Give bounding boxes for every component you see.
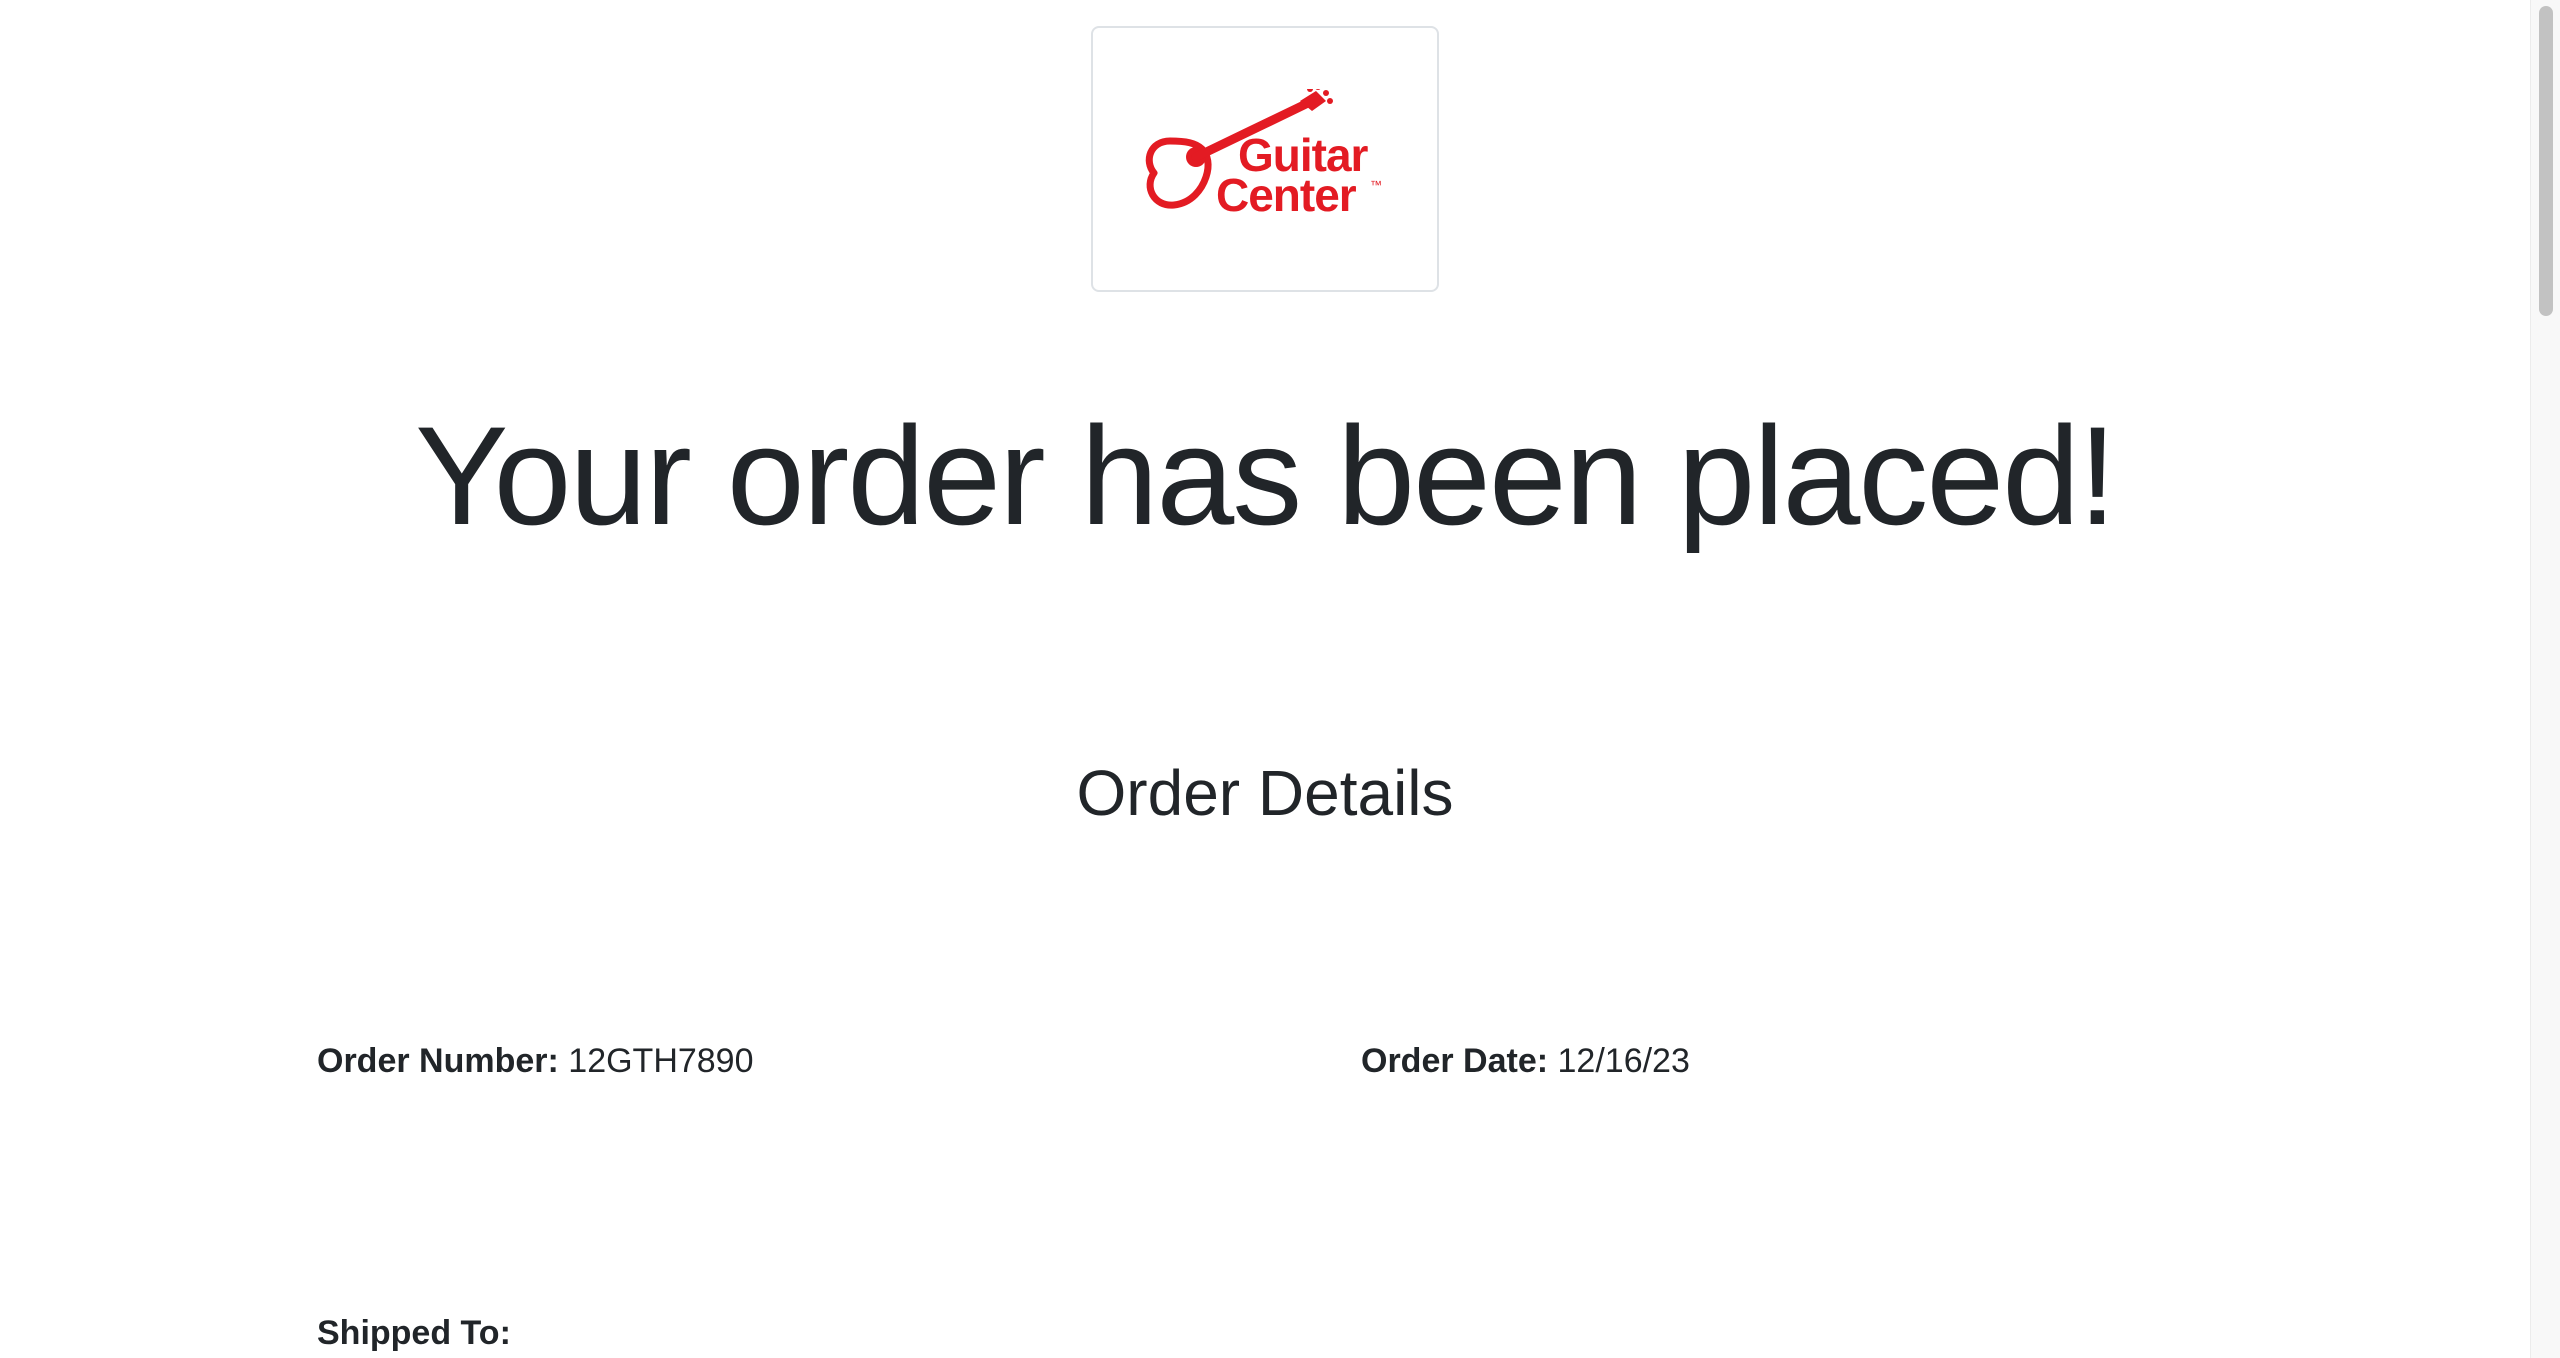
order-date-value: 12/16/23 — [1557, 1042, 1690, 1080]
order-date: Order Date: 12/16/23 — [1361, 1037, 1690, 1085]
logo-card: Guitar Center ™ — [1091, 26, 1439, 292]
logo-trademark: ™ — [1370, 178, 1382, 192]
shipped-to-label: Shipped To: — [317, 1314, 511, 1352]
order-date-label: Order Date: — [1361, 1042, 1549, 1080]
order-number: Order Number: 12GTH7890 — [317, 1037, 754, 1085]
guitar-center-logo-icon: Guitar Center ™ — [1145, 89, 1382, 221]
order-confirmation-page: Guitar Center ™ Your order has been plac… — [0, 0, 2560, 1358]
order-details-heading: Order Details — [1076, 757, 1454, 829]
scrollbar-thumb[interactable] — [2539, 6, 2553, 316]
logo-text-center: Center — [1216, 169, 1357, 221]
order-number-label: Order Number: — [317, 1042, 559, 1080]
vertical-scrollbar[interactable] — [2530, 0, 2560, 1358]
order-number-value: 12GTH7890 — [568, 1042, 754, 1080]
page-title: Your order has been placed! — [415, 397, 2117, 554]
